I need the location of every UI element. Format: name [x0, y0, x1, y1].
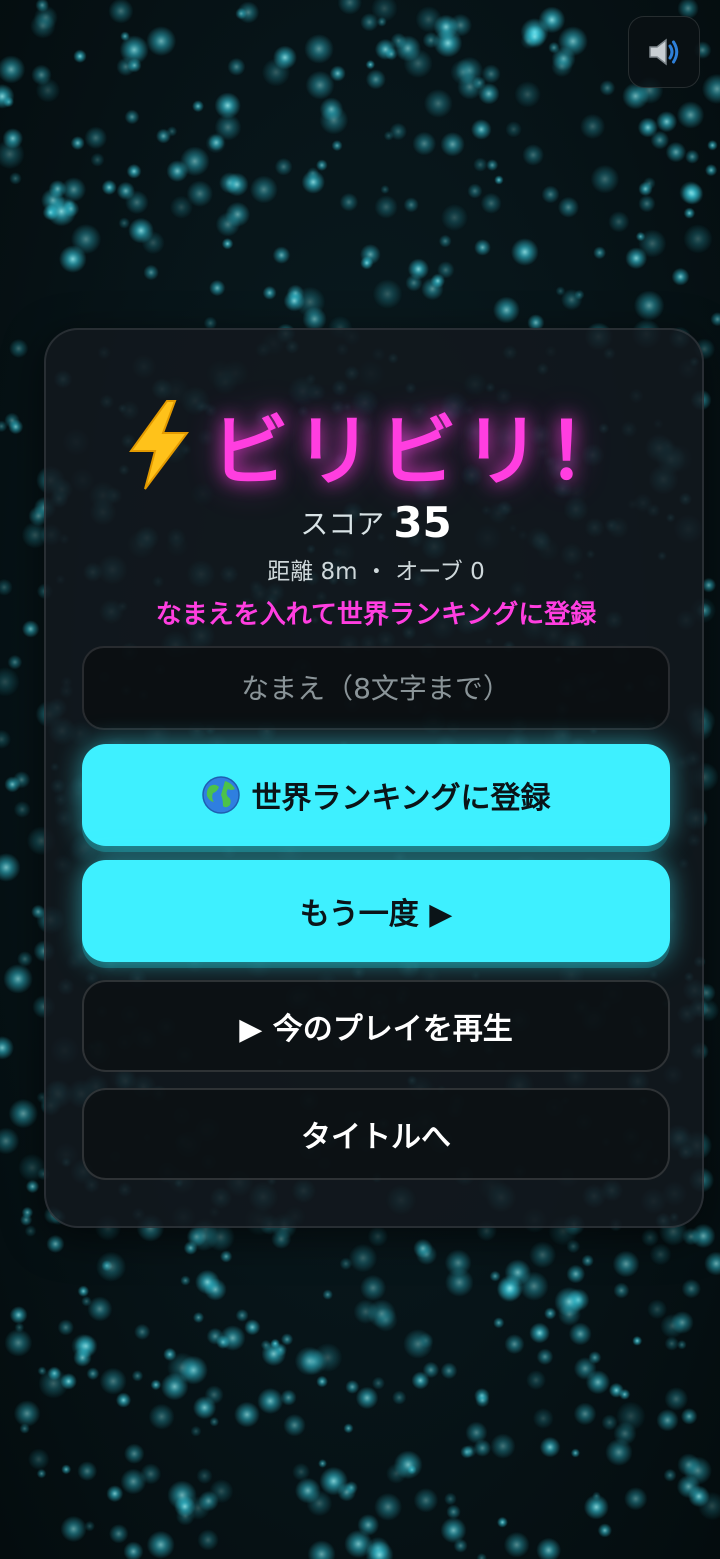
replay-button-label: ▶ 今のプレイを再生: [239, 1012, 513, 1047]
ranking-prompt: なまえを入れて世界ランキングに登録: [155, 600, 597, 630]
retry-button-label: もう一度 ▶: [299, 897, 453, 932]
sound-toggle-button[interactable]: [628, 16, 700, 88]
score-label: スコア: [300, 507, 385, 541]
game-over-panel: ビリビリ！ スコア 35 距離 8m ・ オーブ 0 なまえを入れて世界ランキン…: [44, 328, 704, 1228]
run-stats: 距離 8m ・ オーブ 0: [267, 559, 485, 585]
name-input[interactable]: [82, 646, 670, 730]
back-to-title-button[interactable]: タイトルへ: [82, 1088, 670, 1180]
speaker-icon: [649, 38, 679, 66]
lightning-bolt-icon: [129, 400, 189, 490]
title-row: ビリビリ！: [46, 390, 706, 500]
globe-icon: [202, 776, 241, 814]
replay-button[interactable]: ▶ 今のプレイを再生: [82, 980, 670, 1072]
score-value: 35: [393, 498, 452, 547]
score-display: スコア 35: [46, 498, 706, 547]
game-title: ビリビリ！: [210, 407, 631, 497]
register-button-label: 世界ランキングに登録: [251, 781, 551, 816]
game-screen: ビリビリ！ スコア 35 距離 8m ・ オーブ 0 なまえを入れて世界ランキン…: [0, 0, 720, 1559]
register-ranking-button[interactable]: 世界ランキングに登録: [82, 744, 670, 846]
retry-button[interactable]: もう一度 ▶: [82, 860, 670, 962]
title-button-label: タイトルへ: [301, 1120, 451, 1155]
